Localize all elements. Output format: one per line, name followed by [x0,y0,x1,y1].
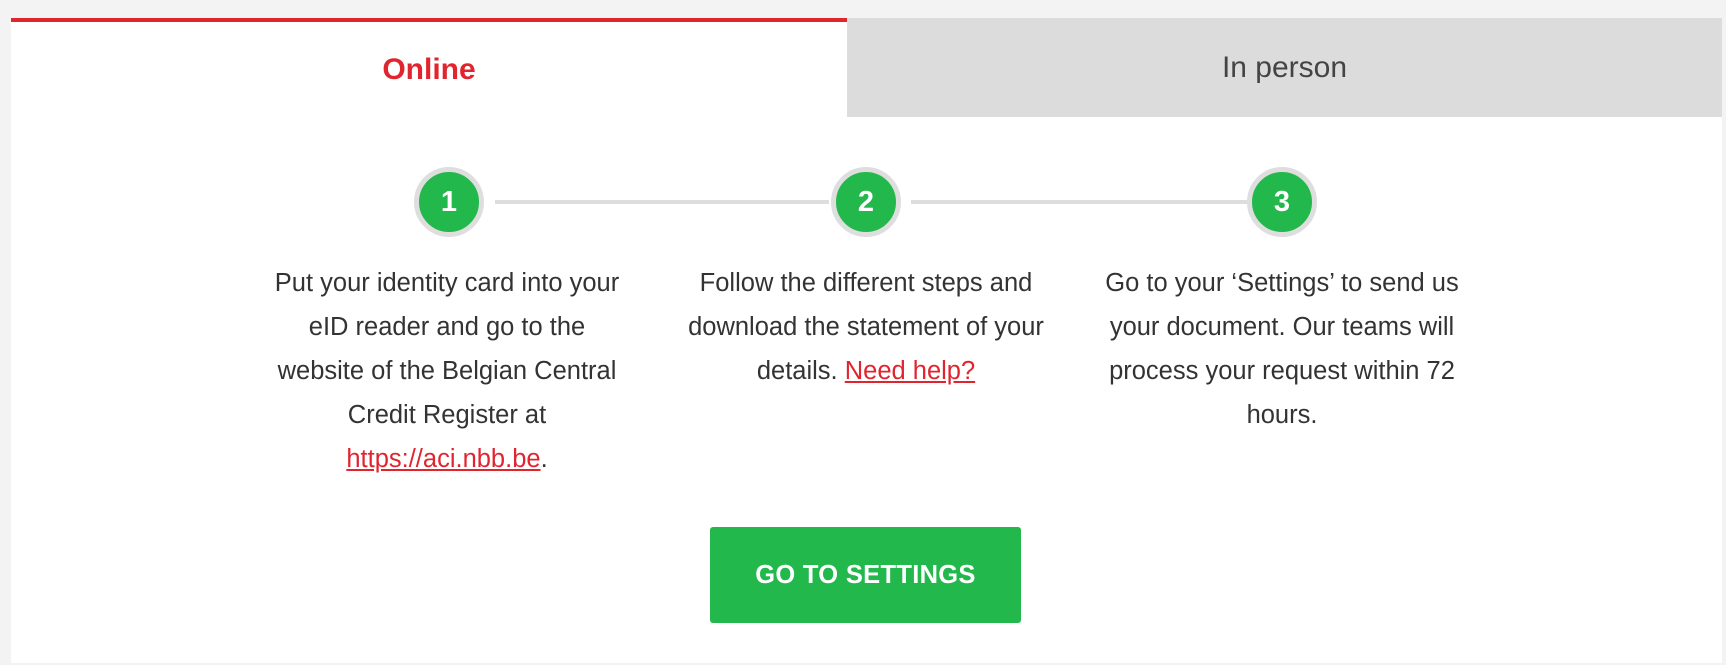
eid-instructions-panel: Online In person 1 2 3 Put your identity… [11,18,1722,663]
go-to-settings-button[interactable]: GO TO SETTINGS [710,527,1021,623]
step-2-description: Follow the different steps and download … [684,261,1048,393]
step-connector-2-3 [911,200,1247,204]
nbb-website-link[interactable]: https://aci.nbb.be [346,445,540,473]
step-2-number: 2 [857,185,875,218]
step-1-text: Put your identity card into your eID rea… [274,269,620,429]
step-1-description: Put your identity card into your eID rea… [267,261,627,481]
go-to-settings-label: GO TO SETTINGS [755,560,976,589]
step-3-description: Go to your ‘Settings’ to send us your do… [1095,261,1469,437]
step-1-badge: 1 [414,167,484,237]
need-help-link[interactable]: Need help? [845,357,975,385]
step-2-badge: 2 [831,167,901,237]
step-3-number: 3 [1273,185,1291,218]
step-1-number: 1 [440,185,458,218]
step-3-badge: 3 [1247,167,1317,237]
step-connector-1-2 [495,200,829,204]
step-1-text-end: . [540,445,548,473]
step-3-text: Go to your ‘Settings’ to send us your do… [1105,269,1459,429]
